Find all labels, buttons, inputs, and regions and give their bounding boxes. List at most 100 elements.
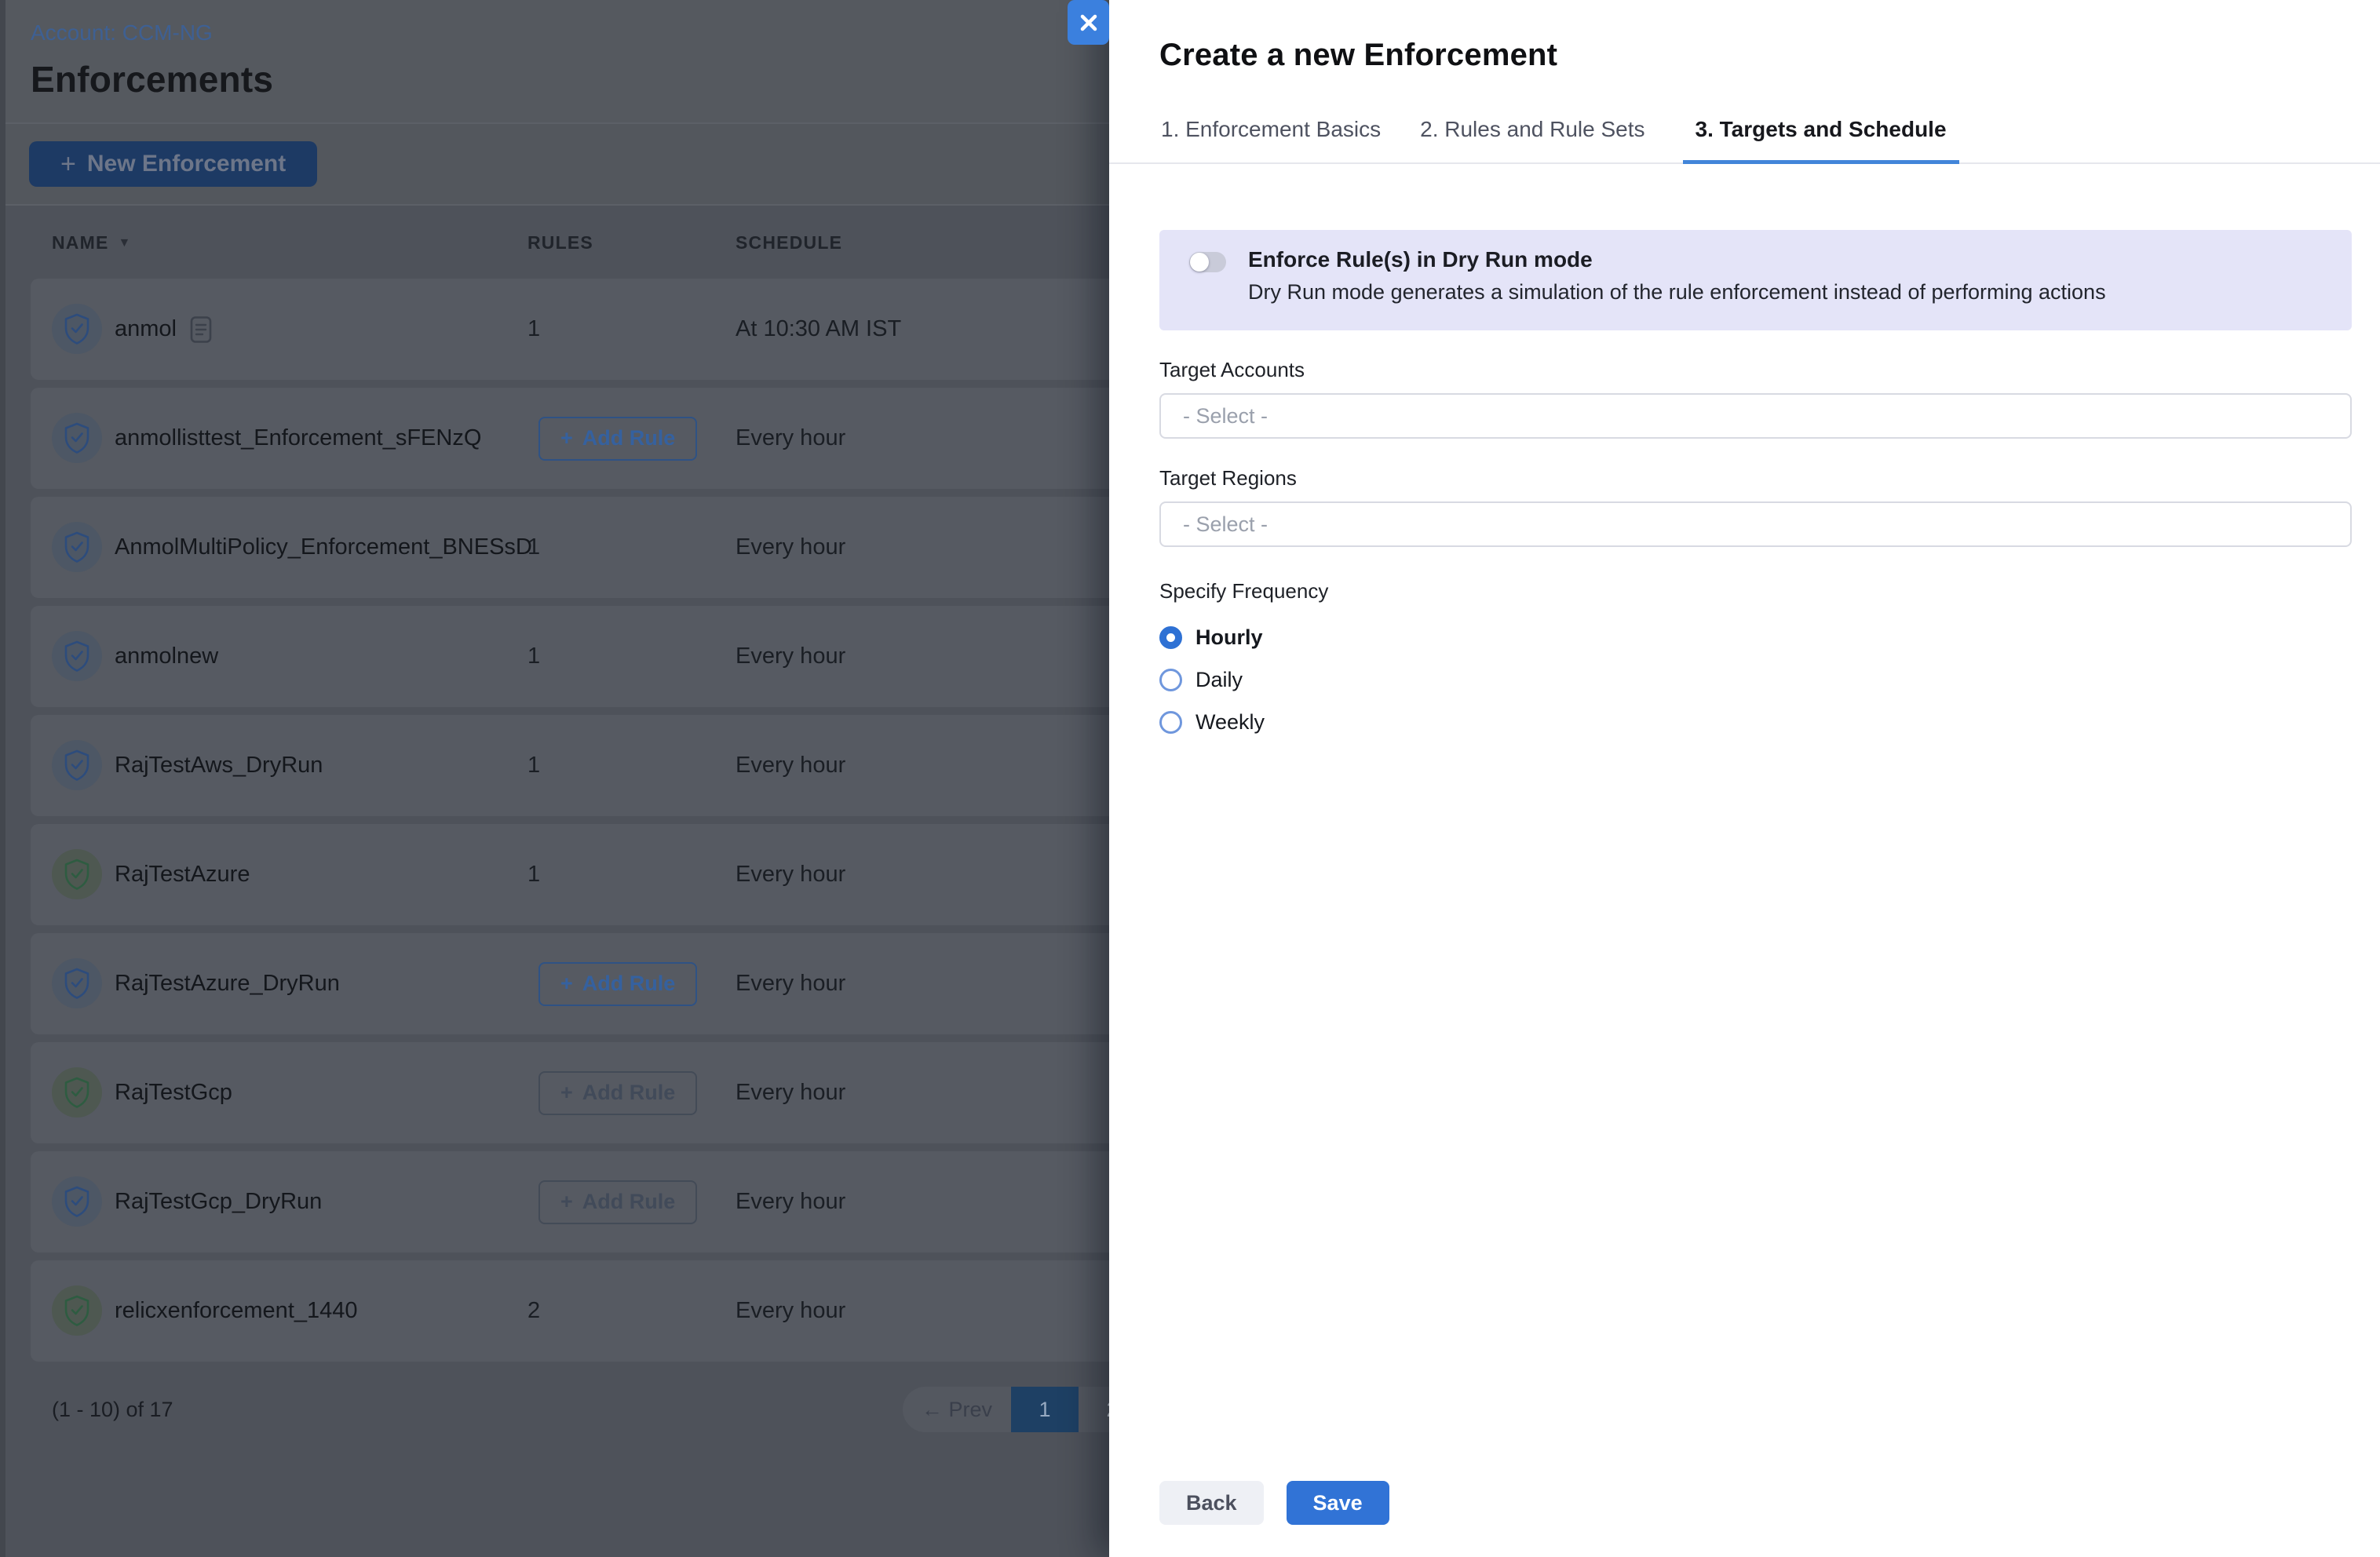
shield-check-green-icon [52, 849, 102, 899]
enforcement-name: AnmolMultiPolicy_Enforcement_BNESsD [115, 534, 532, 560]
rules-count: 1 [527, 534, 540, 560]
name-cell: RajTestGcp_DryRun [115, 1151, 322, 1253]
close-drawer-button[interactable] [1068, 0, 1109, 45]
rules-count: 1 [527, 644, 540, 669]
rules-cell: + Add Rule [527, 1151, 697, 1253]
radio-hourly-label: Hourly [1195, 625, 1263, 650]
add-rule-button-disabled: + Add Rule [538, 1180, 697, 1224]
target-accounts-select[interactable]: - Select - [1159, 393, 2352, 439]
target-accounts-placeholder: - Select - [1183, 404, 1268, 428]
add-rule-label: Add Rule [582, 426, 676, 450]
enforcement-name: anmollisttest_Enforcement_sFENzQ [115, 425, 481, 451]
shield-check-blue-icon [52, 304, 102, 354]
rules-cell: 2 [527, 1260, 540, 1362]
save-button[interactable]: Save [1287, 1481, 1389, 1525]
schedule-cell: Every hour [736, 715, 845, 816]
name-header-label: NAME [52, 232, 109, 253]
add-rule-label: Add Rule [582, 1081, 676, 1105]
enforcement-name: RajTestGcp_DryRun [115, 1189, 322, 1215]
plus-icon: + [60, 151, 76, 177]
radio-hourly[interactable]: Hourly [1159, 616, 2352, 658]
sort-caret-icon: ▼ [119, 236, 132, 250]
rules-count: 2 [527, 1298, 540, 1324]
back-button[interactable]: Back [1159, 1481, 1264, 1525]
description-icon [189, 315, 213, 344]
shield-check-blue-icon [52, 522, 102, 572]
rules-cell: + Add Rule [527, 1042, 697, 1143]
schedule-cell: Every hour [736, 606, 845, 707]
add-rule-button[interactable]: + Add Rule [538, 417, 697, 461]
rules-cell: + Add Rule [527, 388, 697, 489]
account-breadcrumb-link[interactable]: Account: CCM-NG [31, 20, 213, 46]
enforcement-name: RajTestAws_DryRun [115, 753, 323, 778]
add-rule-label: Add Rule [582, 1190, 676, 1214]
drawer-content: Enforce Rule(s) in Dry Run mode Dry Run … [1109, 230, 2380, 743]
enforcement-name: anmolnew [115, 644, 218, 669]
rules-cell: 1 [527, 279, 540, 380]
dry-run-banner: Enforce Rule(s) in Dry Run mode Dry Run … [1159, 230, 2352, 330]
rules-cell: 1 [527, 824, 540, 925]
shield-check-blue-icon [52, 740, 102, 790]
new-enforcement-button[interactable]: + New Enforcement [29, 141, 317, 187]
name-cell: anmollisttest_Enforcement_sFENzQ [115, 388, 481, 489]
enforcement-name: relicxenforcement_1440 [115, 1298, 358, 1324]
plus-icon: + [560, 972, 573, 996]
plus-icon: + [560, 426, 573, 450]
left-edge-strip [0, 0, 5, 1557]
shield-check-blue-icon [52, 1176, 102, 1227]
shield-check-green-icon [52, 1067, 102, 1118]
target-regions-label: Target Regions [1159, 465, 2352, 490]
rules-count: 1 [527, 316, 540, 342]
drawer-footer: Back Save [1159, 1481, 1389, 1525]
radio-daily-label: Daily [1195, 668, 1243, 692]
frequency-radio-group: Hourly Daily Weekly [1159, 616, 2352, 743]
rules-cell: +Add Rule [527, 933, 697, 1034]
rules-cell: 1 [527, 715, 540, 816]
enforcement-name: anmol [115, 316, 177, 342]
wizard-tabs: 1. Enforcement Basics 2. Rules and Rule … [1109, 117, 2380, 164]
tab-targets-and-schedule[interactable]: 3. Targets and Schedule [1683, 117, 1959, 164]
close-icon [1079, 13, 1098, 32]
rules-count: 1 [527, 862, 540, 888]
name-cell: anmolnew [115, 606, 218, 707]
shield-check-blue-icon [52, 958, 102, 1008]
enforcement-name: RajTestAzure [115, 862, 250, 888]
dry-run-description: Dry Run mode generates a simulation of t… [1248, 280, 2106, 304]
radio-unselected-icon [1159, 711, 1182, 734]
target-accounts-label: Target Accounts [1159, 357, 2352, 382]
target-regions-placeholder: - Select - [1183, 512, 1268, 537]
rules-cell: 1 [527, 606, 540, 707]
plus-icon: + [560, 1190, 573, 1214]
create-enforcement-drawer: Create a new Enforcement 1. Enforcement … [1109, 0, 2380, 1557]
radio-weekly[interactable]: Weekly [1159, 701, 2352, 743]
radio-selected-icon [1159, 626, 1182, 649]
schedule-cell: Every hour [736, 1042, 845, 1143]
target-regions-select[interactable]: - Select - [1159, 501, 2352, 547]
dry-run-title: Enforce Rule(s) in Dry Run mode [1248, 247, 2106, 272]
radio-weekly-label: Weekly [1195, 710, 1265, 735]
prev-page-button[interactable]: ← Prev [903, 1398, 1011, 1422]
column-header-schedule: SCHEDULE [736, 232, 842, 253]
schedule-cell: Every hour [736, 1260, 845, 1362]
rules-cell: 1 [527, 497, 540, 598]
toggle-knob [1190, 253, 1209, 272]
dry-run-toggle[interactable] [1189, 252, 1226, 272]
schedule-cell: Every hour [736, 388, 845, 489]
dry-run-text: Enforce Rule(s) in Dry Run mode Dry Run … [1248, 247, 2106, 304]
name-cell: relicxenforcement_1440 [115, 1260, 358, 1362]
drawer-title: Create a new Enforcement [1159, 38, 2352, 73]
tab-rules-and-rule-sets[interactable]: 2. Rules and Rule Sets [1418, 117, 1646, 162]
column-header-rules: RULES [527, 232, 593, 253]
schedule-cell: Every hour [736, 933, 845, 1034]
column-header-name[interactable]: NAME ▼ [52, 232, 132, 253]
plus-icon: + [560, 1081, 573, 1105]
tab-enforcement-basics[interactable]: 1. Enforcement Basics [1159, 117, 1382, 162]
pagination-range-text: (1 - 10) of 17 [52, 1398, 173, 1422]
shield-check-green-icon [52, 1285, 102, 1336]
radio-daily[interactable]: Daily [1159, 658, 2352, 701]
add-rule-button[interactable]: +Add Rule [538, 962, 697, 1006]
page-button-1[interactable]: 1 [1011, 1387, 1079, 1432]
name-cell: AnmolMultiPolicy_Enforcement_BNESsD [115, 497, 532, 598]
shield-check-blue-icon [52, 413, 102, 463]
new-enforcement-label: New Enforcement [87, 151, 286, 177]
